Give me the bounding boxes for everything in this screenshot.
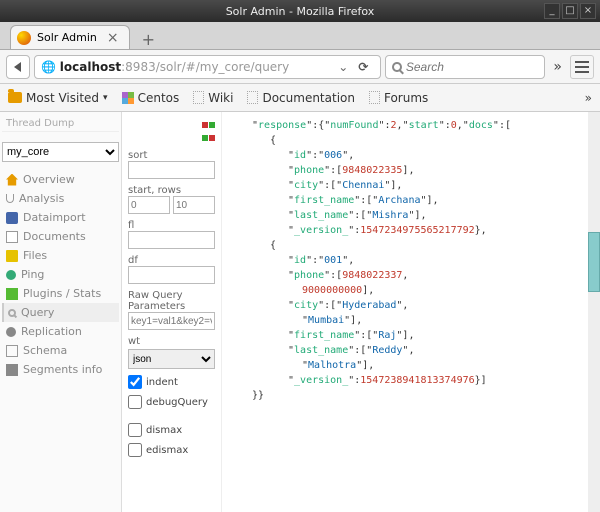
sidebar-item-schema[interactable]: Schema [2,341,119,360]
url-path: :8983/solr/#/my_core/query [121,60,289,74]
solr-sidebar: Thread Dump my_core Overview Analysis Da… [0,112,122,512]
segments-icon [6,364,18,376]
startrows-label: start, rows [128,185,215,196]
browser-navbar: 🌐 localhost :8983/solr/#/my_core/query ⌄… [0,50,600,84]
query-form: sort start, rows fl df Raw Query Paramet… [122,112,222,512]
folder-icon [6,250,18,262]
core-selector[interactable]: my_core [2,142,119,162]
documents-icon [6,231,18,243]
edismax-checkbox[interactable] [128,443,142,457]
form-toggle-icon[interactable] [128,118,215,144]
wt-select[interactable]: json [128,349,215,369]
home-icon [6,174,18,186]
centos-icon [122,92,134,104]
chevron-down-icon: ▾ [103,93,108,103]
sidebar-item-ping[interactable]: Ping [2,265,119,284]
browser-searchbox[interactable] [385,55,545,79]
page-icon [193,91,204,104]
df-label: df [128,255,215,266]
query-result: "response":{"numFound":2,"start":0,"docs… [222,112,600,512]
window-titlebar: Solr Admin - Mozilla Firefox _ □ × [0,0,600,22]
dismax-checkbox[interactable] [128,423,142,437]
sidebar-item-documents[interactable]: Documents [2,227,119,246]
back-button[interactable] [6,55,30,79]
page-icon [247,91,258,104]
sidebar-item-analysis[interactable]: Analysis [2,189,119,208]
rows-input[interactable] [173,196,215,214]
bookmark-centos[interactable]: Centos [122,91,180,105]
page-icon [369,91,380,104]
window-maximize-button[interactable]: □ [562,3,578,19]
start-input[interactable] [128,196,170,214]
sidebar-item-files[interactable]: Files [2,246,119,265]
url-host: localhost [60,60,121,74]
wt-label: wt [128,336,215,347]
bookmark-forums[interactable]: Forums [369,91,428,105]
dataimport-icon [6,212,18,224]
indent-checkbox[interactable] [128,375,142,389]
bookmark-overflow-button[interactable]: » [585,91,592,105]
sort-input[interactable] [128,161,215,179]
page-content: Thread Dump my_core Overview Analysis Da… [0,112,600,512]
reload-button[interactable]: ⟳ [352,60,374,74]
scrollbar-thumb[interactable] [588,232,600,292]
raw-input[interactable] [128,312,215,330]
sidebar-item-segments[interactable]: Segments info [2,360,119,379]
sidebar-thread-dump[interactable]: Thread Dump [2,116,119,132]
df-input[interactable] [128,266,215,284]
ping-icon [6,270,16,280]
analysis-icon [6,194,14,203]
tab-title: Solr Admin [37,31,97,44]
folder-icon [8,92,22,103]
sort-label: sort [128,150,215,161]
bookmark-bar: Most Visited ▾ Centos Wiki Documentation… [0,84,600,112]
bookmark-wiki[interactable]: Wiki [193,91,233,105]
overflow-button[interactable]: » [549,59,566,75]
sidebar-item-dataimport[interactable]: Dataimport [2,208,119,227]
bookmark-documentation[interactable]: Documentation [247,91,355,105]
sidebar-item-plugins[interactable]: Plugins / Stats [2,284,119,303]
fl-label: fl [128,220,215,231]
url-dropdown-icon[interactable]: ⌄ [334,60,352,74]
new-tab-button[interactable]: + [136,30,161,49]
sidebar-item-overview[interactable]: Overview [2,170,119,189]
bookmark-most-visited[interactable]: Most Visited ▾ [8,91,108,105]
tab-close-icon[interactable]: × [103,30,123,46]
plugins-icon [6,288,18,300]
sidebar-item-replication[interactable]: Replication [2,322,119,341]
schema-icon [6,345,18,357]
search-input[interactable] [406,60,539,74]
window-title: Solr Admin - Mozilla Firefox [226,5,375,18]
fl-input[interactable] [128,231,215,249]
sidebar-item-query[interactable]: Query [2,303,119,322]
window-close-button[interactable]: × [580,3,596,19]
replication-icon [6,327,16,337]
raw-label: Raw Query Parameters [128,290,215,312]
url-bar[interactable]: 🌐 localhost :8983/solr/#/my_core/query ⌄… [34,55,381,79]
window-minimize-button[interactable]: _ [544,3,560,19]
browser-tab[interactable]: Solr Admin × [10,25,130,49]
browser-tabbar: Solr Admin × + [0,22,600,50]
menu-button[interactable] [570,55,594,79]
result-scrollbar[interactable] [588,112,600,512]
debugquery-checkbox[interactable] [128,395,142,409]
solr-favicon-icon [17,31,31,45]
search-icon [392,62,401,72]
search-icon [8,309,16,317]
